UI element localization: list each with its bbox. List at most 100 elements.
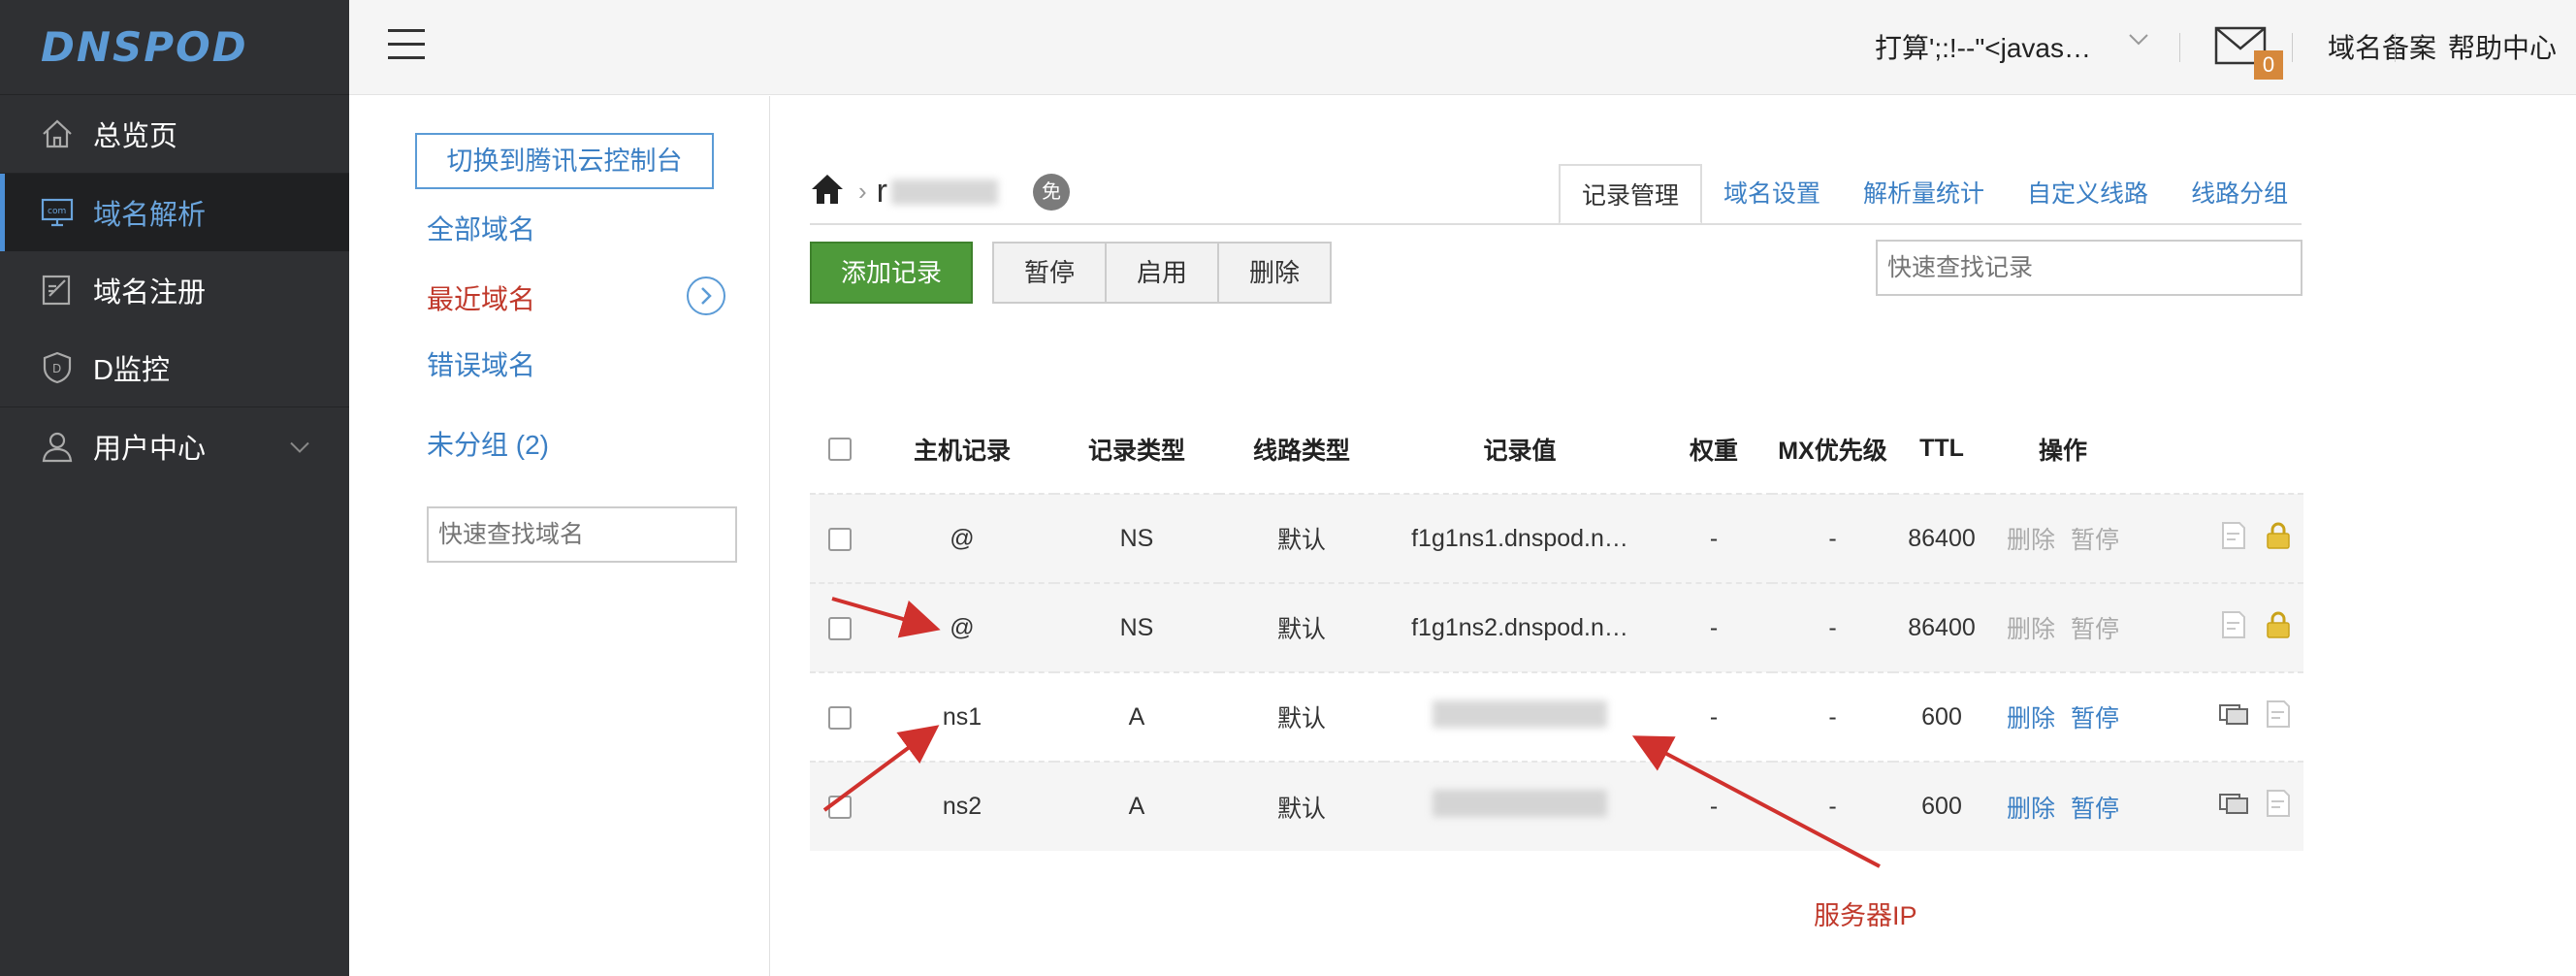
row-delete-link[interactable]: 删除 [2007, 705, 2055, 732]
monitor-icon[interactable] [2218, 788, 2249, 826]
table-header-row: 主机记录 记录类型 线路类型 记录值 权重 MX优先级 TTL 操作 [810, 405, 2303, 494]
sidebar-item-label: 域名注册 [93, 277, 207, 309]
svg-text:D: D [52, 362, 61, 375]
add-record-button[interactable]: 添加记录 [810, 242, 973, 304]
chevron-down-icon [289, 431, 310, 463]
row-checkbox[interactable] [828, 616, 852, 640]
all-domains-link[interactable]: 全部域名 [427, 209, 535, 247]
user-name-dropdown[interactable]: 打算';:!--"<javas… [1875, 27, 2091, 66]
tab-line-groups[interactable]: 线路分组 [2170, 164, 2309, 224]
row-pause-link: 暂停 [2071, 616, 2120, 643]
sidebar-item-monitor[interactable]: D D监控 [0, 329, 349, 407]
chevron-right-circle-icon[interactable] [687, 277, 725, 315]
dnspod-logo[interactable]: DNSPOD [0, 0, 349, 95]
row-icons-cell [2136, 493, 2303, 583]
note-icon[interactable] [2218, 520, 2249, 558]
sidebar-item-register[interactable]: 域名注册 [0, 251, 349, 329]
column-header-host: 主机记录 [913, 437, 1011, 465]
domain-search-input[interactable] [427, 506, 737, 563]
mx-cell: - [1772, 761, 1893, 851]
monitor-icon[interactable] [2218, 699, 2249, 736]
svg-text:com: com [48, 207, 66, 216]
note-icon[interactable] [2263, 699, 2294, 736]
help-center-link[interactable]: 帮助中心 [2448, 27, 2557, 66]
ttl-cell: 600 [1893, 761, 1990, 851]
tab-resolution-stats[interactable]: 解析量统计 [1842, 164, 2006, 224]
dns-monitor-icon: com [39, 194, 76, 231]
row-delete-link[interactable]: 删除 [2007, 796, 2055, 823]
main-content: › r 免 记录管理 域名设置 解析量统计 自定义线路 线路分组 添加记录 暂停… [771, 96, 2576, 976]
host-cell[interactable]: ns2 [870, 761, 1054, 851]
column-header-actions: 操作 [2038, 437, 2087, 465]
lock-icon [2263, 520, 2294, 558]
type-cell: NS [1054, 493, 1219, 583]
line-cell: 默认 [1219, 582, 1384, 672]
tab-custom-lines[interactable]: 自定义线路 [2006, 164, 2170, 224]
table-row: ns2 A 默认 - - 600 删除 暂停 [810, 761, 2303, 851]
note-icon[interactable] [2218, 609, 2249, 647]
select-all-checkbox[interactable] [828, 438, 852, 462]
mx-cell: - [1772, 582, 1893, 672]
column-header-value: 记录值 [1483, 437, 1557, 465]
home-icon[interactable] [810, 172, 845, 211]
current-domain-name: r [876, 173, 887, 210]
lock-icon [2263, 609, 2294, 647]
line-cell: 默认 [1219, 761, 1384, 851]
redacted-ip [1433, 699, 1607, 728]
server-ip-annotation: 服务器IP [1814, 901, 1917, 930]
row-icons-cell [2136, 671, 2303, 762]
tab-domain-settings[interactable]: 域名设置 [1702, 164, 1842, 224]
ttl-cell: 86400 [1893, 493, 1990, 583]
redacted-domain [891, 179, 998, 205]
column-header-weight: 权重 [1689, 437, 1738, 465]
records-table: 主机记录 记录类型 线路类型 记录值 权重 MX优先级 TTL 操作 @ NS … [810, 405, 2303, 851]
value-cell [1384, 671, 1656, 762]
row-pause-link: 暂停 [2071, 527, 2120, 554]
tabs-underline [810, 223, 2302, 225]
sidebar-item-dns[interactable]: com 域名解析 [0, 174, 349, 251]
sidebar-item-label: 总览页 [93, 121, 178, 152]
row-pause-link[interactable]: 暂停 [2071, 796, 2119, 823]
weight-cell: - [1656, 671, 1772, 762]
bulk-action-buttons: 暂停 启用 删除 [992, 242, 1332, 304]
line-cell: 默认 [1219, 671, 1384, 762]
tab-record-management[interactable]: 记录管理 [1559, 164, 1703, 224]
column-header-mx: MX优先级 [1778, 437, 1887, 465]
column-header-type: 记录类型 [1087, 437, 1185, 465]
value-cell: f1g1ns2.dnspod.n… [1384, 582, 1656, 672]
pause-button[interactable]: 暂停 [992, 242, 1107, 304]
header-divider [2179, 33, 2180, 62]
ungrouped-domains-link[interactable]: 未分组 (2) [427, 424, 549, 463]
recent-domains-link[interactable]: 最近域名 [427, 278, 535, 317]
row-pause-link[interactable]: 暂停 [2071, 705, 2119, 732]
delete-button[interactable]: 删除 [1217, 242, 1332, 304]
actions-cell: 删除 暂停 [1990, 761, 2136, 851]
error-domains-link[interactable]: 错误域名 [427, 344, 535, 383]
host-cell[interactable]: ns1 [870, 671, 1054, 762]
top-header: 打算';:!--"<javas… 0 域名备案 帮助中心 [349, 0, 2576, 95]
icp-filing-link[interactable]: 域名备案 [2328, 27, 2436, 66]
row-checkbox[interactable] [828, 705, 852, 730]
record-search-input[interactable] [1876, 240, 2302, 296]
sidebar-item-overview[interactable]: 总览页 [0, 95, 349, 173]
host-cell[interactable]: @ [870, 493, 1054, 583]
user-icon [39, 428, 76, 465]
line-cell: 默认 [1219, 493, 1384, 583]
row-checkbox[interactable] [828, 796, 852, 820]
hamburger-menu-icon[interactable] [388, 29, 425, 62]
enable-button[interactable]: 启用 [1105, 242, 1219, 304]
note-icon[interactable] [2263, 788, 2294, 826]
sidebar-item-label: 域名解析 [93, 200, 207, 231]
sidebar-item-user-center[interactable]: 用户中心 [0, 407, 349, 485]
row-icons-cell [2136, 582, 2303, 672]
ttl-cell: 86400 [1893, 582, 1990, 672]
host-cell[interactable]: @ [870, 582, 1054, 672]
row-checkbox[interactable] [828, 527, 852, 551]
chevron-down-icon[interactable] [2128, 33, 2149, 51]
table-row: @ NS 默认 f1g1ns2.dnspod.n… - - 86400 删除 暂停 [810, 582, 2303, 672]
actions-cell: 删除 暂停 [1990, 582, 2136, 672]
mail-count-badge: 0 [2254, 50, 2283, 80]
mx-cell: - [1772, 493, 1893, 583]
switch-console-button[interactable]: 切换到腾讯云控制台 [415, 133, 714, 189]
value-cell [1384, 761, 1656, 851]
